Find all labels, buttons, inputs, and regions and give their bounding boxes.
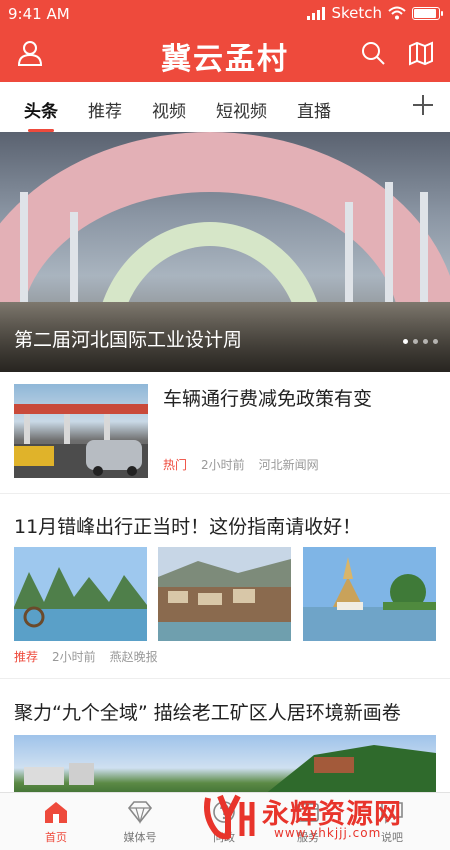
news-item[interactable]: 车辆通行费减免政策有变 热门 2小时前 河北新闻网 [0, 372, 450, 494]
top-bar: 9:41 AM Sketch 冀云孟村 [0, 0, 450, 82]
wifi-icon [388, 6, 406, 20]
carrier-label: Sketch [331, 4, 382, 22]
watermark-logo-icon [204, 794, 255, 840]
carousel-dot [433, 339, 438, 344]
watermark-url: www.yhkjjj.com [274, 826, 382, 840]
search-icon[interactable] [360, 40, 386, 66]
news-image-landscape [14, 735, 436, 795]
carousel-dots [403, 339, 438, 344]
hero-banner[interactable]: 第二届河北国际工业设计周 [0, 132, 450, 372]
signal-icon [307, 6, 326, 20]
nav-home-label: 首页 [45, 831, 67, 844]
news-source: 河北新闻网 [258, 458, 319, 472]
nav-home[interactable]: 首页 [16, 799, 96, 845]
news-meta: 热门 2小时前 河北新闻网 [163, 456, 319, 473]
news-image-temple [303, 547, 436, 641]
add-channel-icon[interactable] [412, 94, 434, 116]
recommend-tag: 推荐 [14, 650, 39, 664]
channel-tabs: 头条 推荐 视频 短视频 直播 [0, 82, 450, 132]
news-item[interactable]: 11月错峰出行正当时！这份指南请收好！ 推荐 2小时前 燕赵晚报 [0, 494, 450, 679]
tab-video[interactable]: 视频 [152, 97, 186, 122]
hero-caption: 第二届河北国际工业设计周 [14, 329, 243, 351]
tab-recommended[interactable]: 推荐 [88, 97, 122, 122]
map-icon[interactable] [408, 40, 434, 66]
news-time: 2小时前 [201, 458, 245, 472]
news-title: 车辆通行费减免政策有变 [163, 388, 373, 410]
news-title: 聚力“九个全域” 描绘老工矿区人居环境新画卷 [14, 702, 401, 724]
battery-icon [412, 6, 443, 20]
watermark: 永辉资源网 www.yhkjjj.com [200, 790, 450, 846]
news-time: 2小时前 [52, 650, 96, 664]
news-meta: 推荐 2小时前 燕赵晚报 [14, 648, 158, 665]
news-title: 11月错峰出行正当时！这份指南请收好！ [14, 516, 362, 538]
tab-headlines[interactable]: 头条 [24, 97, 58, 132]
status-bar: 9:41 AM Sketch [0, 0, 450, 28]
status-time: 9:41 AM [8, 5, 70, 23]
news-image-town [158, 547, 291, 641]
news-image-karst [14, 547, 147, 641]
carousel-dot [413, 339, 418, 344]
diamond-icon [127, 801, 153, 825]
nav-media-label: 媒体号 [123, 831, 157, 844]
nav-media[interactable]: 媒体号 [100, 799, 180, 845]
tab-live[interactable]: 直播 [297, 97, 331, 122]
home-icon [45, 802, 67, 823]
hot-tag: 热门 [163, 458, 188, 472]
status-right: Sketch [307, 4, 443, 22]
carousel-dot [423, 339, 428, 344]
carousel-dot [403, 339, 408, 344]
news-thumbnail [14, 384, 148, 478]
tab-short-video[interactable]: 短视频 [216, 97, 267, 122]
news-source: 燕赵晚报 [109, 650, 158, 664]
news-item[interactable]: 聚力“九个全域” 描绘老工矿区人居环境新画卷 [0, 680, 450, 800]
